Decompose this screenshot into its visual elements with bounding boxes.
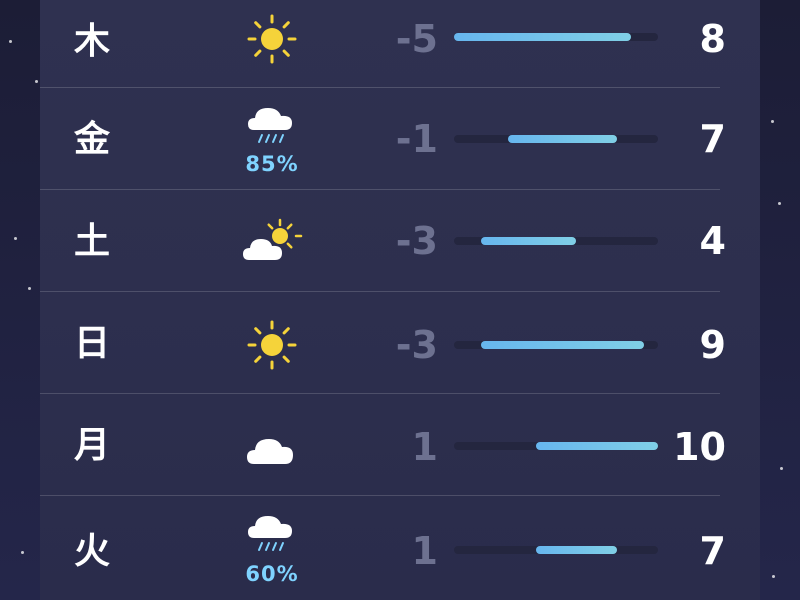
low-temperature: 1 — [411, 529, 438, 573]
forecast-row[interactable]: 火 60% 1 7 — [40, 496, 726, 598]
temperature-range-fill — [508, 135, 618, 143]
temperature-range-bar — [454, 341, 658, 349]
day-label: 土 — [74, 221, 111, 262]
partly-cloudy-icon — [240, 216, 304, 296]
temperature-range-bar — [454, 135, 658, 143]
rain-cloud-icon: 85% — [240, 98, 304, 178]
day-label: 日 — [74, 323, 111, 364]
low-temperature: -5 — [395, 17, 438, 61]
star — [778, 202, 781, 205]
high-temperature: 7 — [699, 529, 726, 573]
star — [14, 237, 17, 240]
temperature-range-bar — [454, 546, 658, 554]
temperature-range-fill — [481, 237, 577, 245]
day-label: 月 — [74, 425, 111, 466]
low-temperature: -3 — [395, 219, 438, 263]
temperature-range-fill — [454, 33, 631, 41]
low-temperature: -3 — [395, 323, 438, 367]
star — [772, 575, 775, 578]
low-temperature: -1 — [395, 117, 438, 161]
star — [35, 80, 38, 83]
day-label: 金 — [74, 119, 111, 160]
temperature-range-bar — [454, 33, 658, 41]
high-temperature: 9 — [699, 323, 726, 367]
star — [780, 467, 783, 470]
sun-icon — [240, 320, 304, 400]
temperature-range-bar — [454, 442, 658, 450]
precipitation-chance: 85% — [245, 152, 299, 176]
day-label: 火 — [74, 531, 111, 572]
temperature-range-fill — [481, 341, 645, 349]
temperature-range-bar — [454, 237, 658, 245]
star — [9, 40, 12, 43]
high-temperature: 4 — [699, 219, 726, 263]
high-temperature: 7 — [699, 117, 726, 161]
high-temperature: 10 — [673, 425, 726, 469]
forecast-row[interactable]: 木 -5 8 — [40, 0, 726, 88]
star — [771, 120, 774, 123]
temperature-range-fill — [535, 546, 618, 554]
precipitation-chance: 60% — [245, 562, 299, 586]
sun-icon — [240, 14, 304, 94]
forecast-row[interactable]: 土 -3 4 — [40, 190, 726, 292]
star — [21, 551, 24, 554]
forecast-row[interactable]: 月 1 10 — [40, 394, 726, 496]
star — [28, 287, 31, 290]
low-temperature: 1 — [411, 425, 438, 469]
forecast-row[interactable]: 日 -3 9 — [40, 292, 726, 394]
day-label: 木 — [74, 21, 111, 62]
rain-cloud-icon: 60% — [240, 506, 304, 586]
forecast-row[interactable]: 金 85% -1 7 — [40, 88, 726, 190]
high-temperature: 8 — [699, 17, 726, 61]
cloud-icon — [240, 422, 304, 502]
